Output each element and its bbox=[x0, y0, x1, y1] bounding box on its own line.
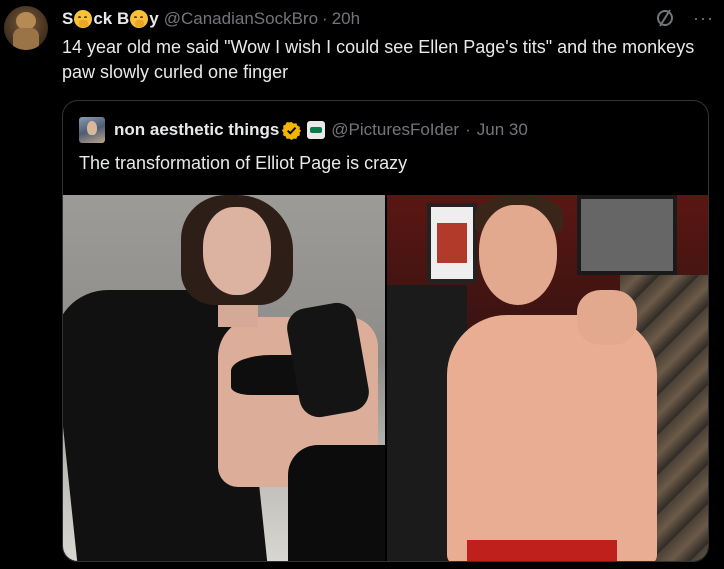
media-photo-left[interactable] bbox=[63, 195, 385, 561]
photo-shape bbox=[577, 290, 637, 345]
tweet-timestamp[interactable]: 20h bbox=[332, 9, 360, 29]
more-icon[interactable]: ··· bbox=[693, 8, 714, 28]
affiliate-badge-icon[interactable] bbox=[307, 121, 326, 139]
grok-icon[interactable] bbox=[655, 8, 675, 28]
quoted-tweet-text: The transformation of Elliot Page is cra… bbox=[79, 153, 408, 173]
display-name-part-2: ck B bbox=[93, 9, 130, 28]
separator-dot: · bbox=[322, 9, 328, 28]
emoji-hand-over-mouth-icon bbox=[130, 10, 149, 28]
quoted-author-avatar[interactable] bbox=[79, 117, 105, 143]
quoted-separator-dot: · bbox=[465, 120, 471, 139]
emoji-hand-over-mouth-icon bbox=[74, 10, 93, 28]
avatar-bear-body bbox=[13, 28, 39, 50]
quoted-tweet[interactable]: non aesthetic things @PicturesFoIder · J… bbox=[62, 100, 709, 562]
quoted-tweet-header: non aesthetic things @PicturesFoIder · J… bbox=[79, 117, 528, 143]
author-display-name[interactable]: S ck B y bbox=[62, 9, 159, 29]
display-name-part-3: y bbox=[149, 9, 159, 28]
quoted-author-handle[interactable]: @PicturesFoIder bbox=[331, 120, 459, 140]
photo-shape bbox=[203, 207, 271, 295]
display-name-part-1: S bbox=[62, 9, 74, 28]
quoted-media bbox=[63, 195, 708, 561]
photo-shape bbox=[427, 203, 477, 283]
author-handle[interactable]: @CanadianSockBro bbox=[164, 9, 318, 29]
tweet-top-actions: ··· bbox=[655, 8, 714, 28]
tweet-header: S ck B y @CanadianSockBro · 20h bbox=[62, 8, 360, 30]
photo-shape bbox=[479, 205, 557, 305]
photo-shape bbox=[447, 315, 657, 561]
verified-badge-icon bbox=[282, 121, 302, 140]
photo-shape bbox=[577, 195, 677, 275]
media-photo-right[interactable] bbox=[387, 195, 708, 561]
tweet-text: 14 year old me said "Wow I wish I could … bbox=[62, 37, 695, 82]
photo-shape bbox=[288, 445, 385, 561]
quoted-date[interactable]: Jun 30 bbox=[477, 120, 528, 140]
photo-shape bbox=[467, 540, 617, 561]
quoted-author-name[interactable]: non aesthetic things bbox=[114, 120, 279, 140]
author-avatar[interactable] bbox=[4, 6, 48, 50]
